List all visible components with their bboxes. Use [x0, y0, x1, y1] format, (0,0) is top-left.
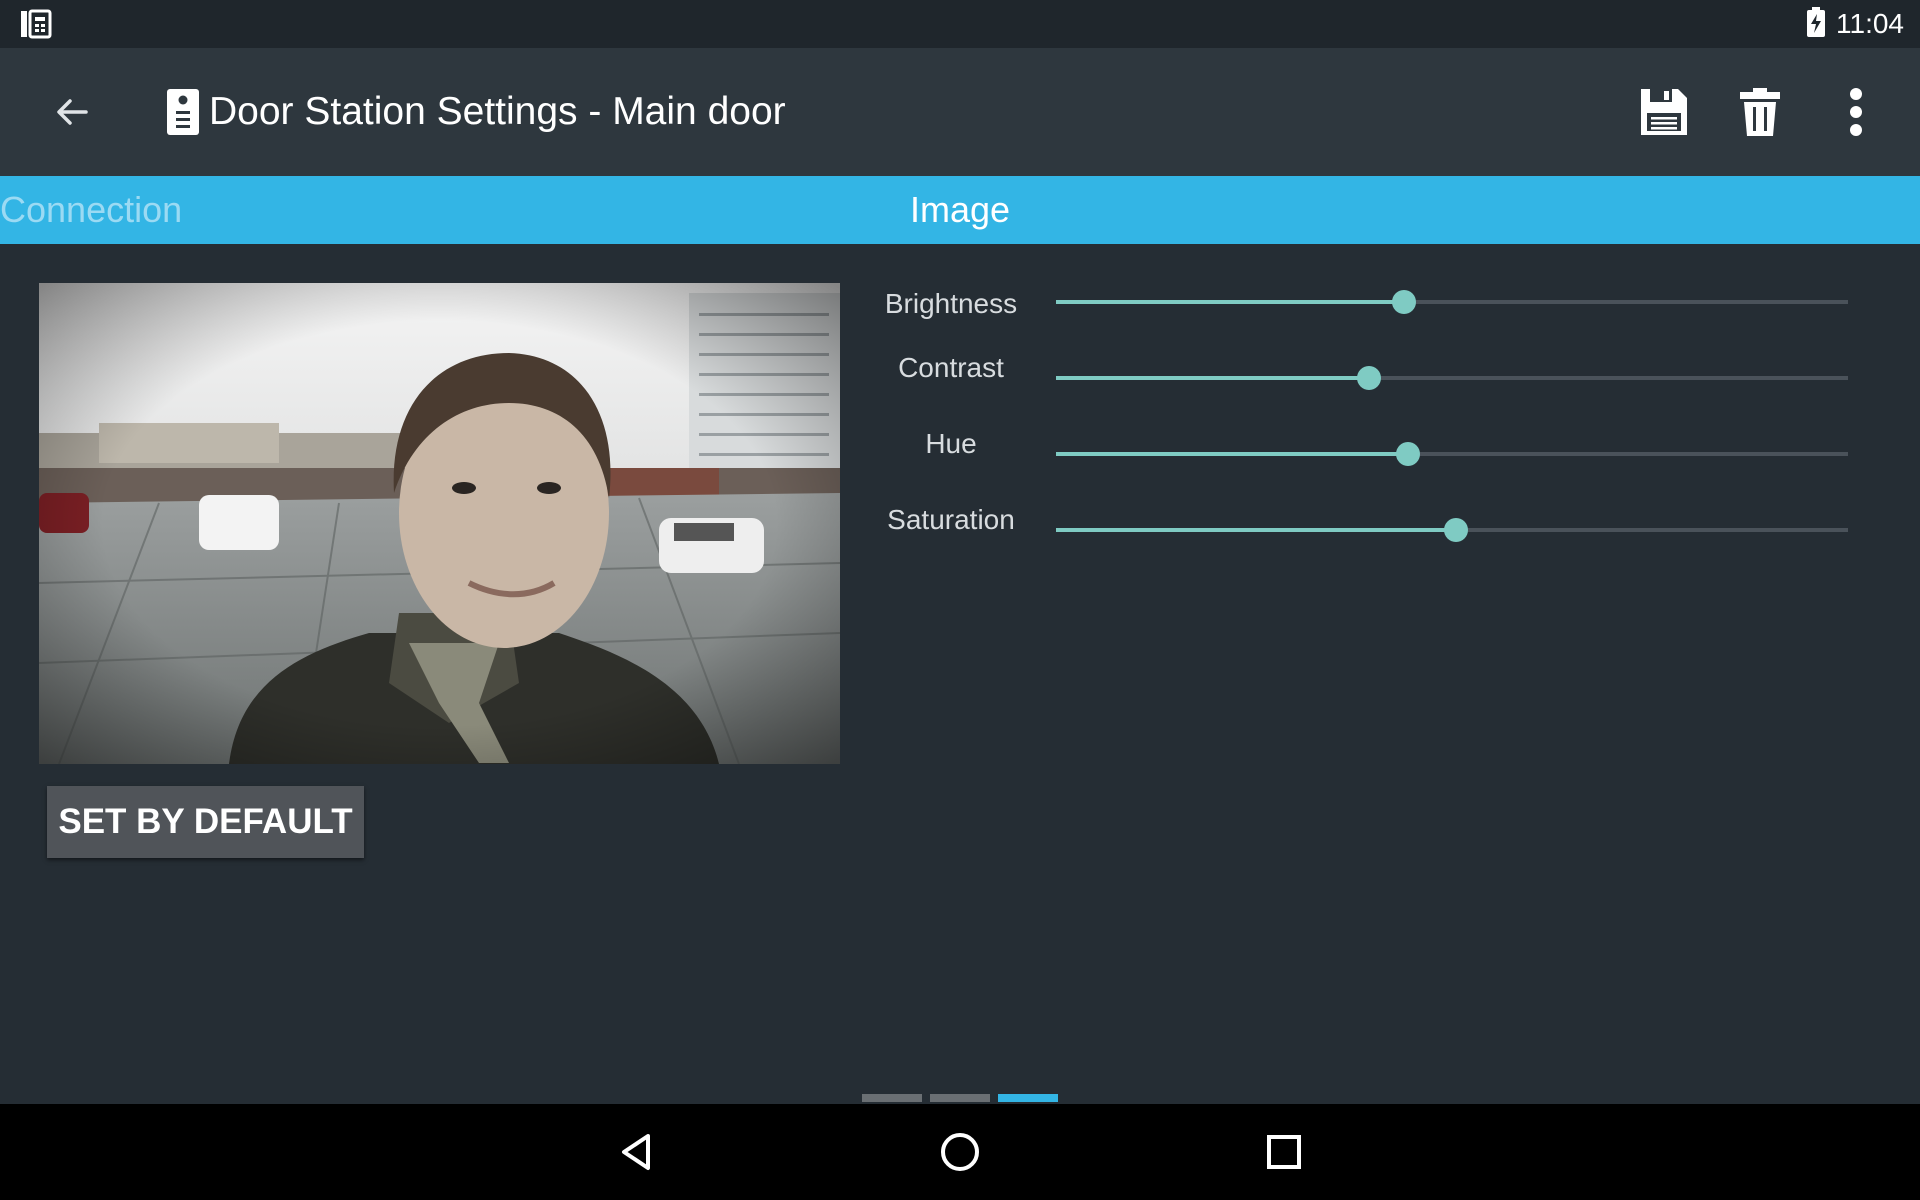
saturation-slider[interactable]	[1056, 518, 1848, 542]
nav-back-icon[interactable]	[606, 1122, 666, 1182]
contrast-slider-fill	[1056, 376, 1369, 380]
saturation-label: Saturation	[887, 504, 1015, 535]
status-bar: 11:04	[0, 0, 1920, 48]
hue-slider[interactable]	[1056, 442, 1848, 466]
hue-label: Hue	[925, 428, 977, 459]
clock: 11:04	[1836, 8, 1904, 39]
app-bar: Door Station Settings - Main door	[0, 48, 1920, 176]
saturation-slider-thumb[interactable]	[1443, 518, 1468, 542]
page-indicator-dot	[930, 1094, 990, 1102]
page-indicator-dot	[862, 1094, 922, 1102]
door-station-icon	[167, 89, 199, 135]
contrast-label: Contrast	[898, 352, 1004, 383]
brightness-slider[interactable]	[1056, 290, 1848, 314]
set-by-default-button[interactable]: SET BY DEFAULT	[47, 786, 364, 858]
save-icon[interactable]	[1638, 86, 1690, 138]
arrow-back-icon[interactable]	[48, 88, 96, 136]
camera-preview-image	[39, 283, 840, 764]
saturation-slider-fill	[1056, 528, 1456, 532]
nav-home-icon[interactable]	[930, 1122, 990, 1182]
hue-slider-thumb[interactable]	[1396, 442, 1421, 466]
battery-charging-icon	[1806, 6, 1826, 42]
brightness-slider-thumb[interactable]	[1392, 290, 1417, 314]
contrast-slider-thumb[interactable]	[1356, 366, 1381, 390]
hue-slider-fill	[1056, 452, 1409, 456]
tab-image[interactable]: Image	[880, 176, 1040, 244]
brightness-slider-fill	[1056, 300, 1405, 304]
intercom-notification-icon	[20, 9, 52, 44]
brightness-label: Brightness	[884, 288, 1018, 319]
page-title: Door Station Settings - Main door	[209, 90, 786, 133]
tab-bar: Connection Image	[0, 176, 1920, 244]
delete-icon[interactable]	[1734, 86, 1786, 138]
nav-recents-icon[interactable]	[1254, 1122, 1314, 1182]
more-vert-icon[interactable]	[1830, 86, 1882, 138]
tab-connection[interactable]: Connection	[0, 176, 182, 244]
navigation-bar	[0, 1104, 1920, 1200]
page-indicator-dot	[998, 1094, 1058, 1102]
contrast-slider[interactable]	[1056, 366, 1848, 390]
